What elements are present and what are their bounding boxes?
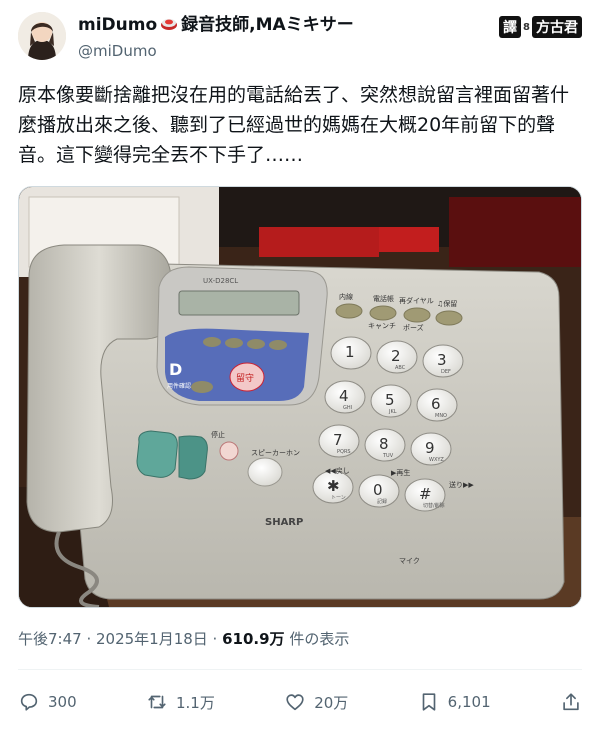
svg-text:♫保留: ♫保留 bbox=[437, 299, 457, 308]
heart-icon bbox=[286, 694, 304, 711]
keypad-key-sublabel: MNO bbox=[435, 413, 447, 419]
svg-text:内線: 内線 bbox=[339, 292, 353, 301]
tweet-text: 原本像要斷捨離把沒在用的電話給丟了、突然想說留言裡面留著什麼播放出來之後、聽到了… bbox=[18, 84, 570, 166]
view-label: 件の表示 bbox=[284, 630, 350, 648]
tweet-meta: 午後7:47 · 2025年1月18日 · 610.9万 件の表示 bbox=[18, 628, 349, 649]
keypad-key-label: 7 bbox=[333, 431, 343, 449]
svg-text:◀◀戻し: ◀◀戻し bbox=[325, 466, 350, 475]
svg-text:D: D bbox=[169, 360, 182, 379]
svg-text:SHARP: SHARP bbox=[265, 517, 303, 528]
action-bar: 300 1.1万 20万 6,101 bbox=[18, 684, 582, 720]
keypad-key-label: 0 bbox=[373, 481, 383, 499]
keypad-key-sublabel: TUV bbox=[382, 453, 394, 459]
avatar[interactable] bbox=[18, 12, 66, 60]
retweet-button[interactable]: 1.1万 bbox=[146, 691, 215, 713]
bookmark-icon bbox=[422, 693, 435, 711]
tweet-header: miDumo 録音技師,MAミキサー @miDumo 譯 8 方古君 bbox=[18, 12, 582, 68]
like-count: 20万 bbox=[314, 693, 349, 712]
svg-text:UX-D28CL: UX-D28CL bbox=[203, 277, 238, 285]
timestamp[interactable]: 午後7:47 · 2025年1月18日 · bbox=[18, 630, 222, 648]
keypad-key-sublabel: JKL bbox=[388, 409, 397, 415]
reply-button[interactable]: 300 bbox=[18, 691, 77, 713]
view-count: 610.9万 bbox=[222, 630, 285, 648]
keypad-key-sublabel: PQRS bbox=[337, 449, 351, 455]
keypad-key-label: ✱ bbox=[327, 477, 340, 495]
svg-text:ポーズ: ポーズ bbox=[403, 323, 424, 332]
divider bbox=[18, 669, 582, 670]
keypad-key-label: 8 bbox=[379, 435, 389, 453]
svg-text:キャンチ: キャンチ bbox=[368, 322, 396, 330]
svg-text:▶再生: ▶再生 bbox=[391, 468, 410, 477]
svg-text:留守: 留守 bbox=[236, 372, 254, 384]
svg-text:用件確認: 用件確認 bbox=[167, 382, 191, 390]
translator-watermark: 譯 8 方古君 bbox=[499, 16, 582, 38]
keypad-key-sublabel: ABC bbox=[395, 365, 406, 371]
svg-text:マイク: マイク bbox=[399, 557, 420, 565]
handle[interactable]: @miDumo bbox=[78, 40, 354, 62]
retweet-icon bbox=[148, 695, 166, 709]
keypad-key-label: 3 bbox=[437, 351, 447, 369]
keypad-key-label: 6 bbox=[431, 395, 441, 413]
bookmark-count: 6,101 bbox=[447, 693, 491, 711]
keypad-key-sublabel: GHI bbox=[343, 405, 352, 411]
svg-text:電話帳: 電話帳 bbox=[373, 294, 394, 303]
sushi-icon bbox=[159, 14, 179, 38]
reply-count: 300 bbox=[48, 693, 77, 711]
keypad-key-label: # bbox=[419, 485, 432, 503]
tweet-photo[interactable]: UX-D28CL D 用件確認 留守 内線 電話帳 再ダイヤル ♫保留 キャンチ… bbox=[18, 186, 582, 608]
keypad-key-label: 5 bbox=[385, 391, 395, 409]
bookmark-button[interactable]: 6,101 bbox=[418, 691, 491, 713]
keypad-key-label: 2 bbox=[391, 347, 401, 365]
svg-text:スピーカーホン: スピーカーホン bbox=[251, 449, 300, 457]
keypad-key-label: 4 bbox=[339, 387, 349, 405]
share-icon bbox=[563, 693, 579, 711]
fax-phone-image: UX-D28CL D 用件確認 留守 内線 電話帳 再ダイヤル ♫保留 キャンチ… bbox=[19, 187, 581, 607]
svg-text:送り▶▶: 送り▶▶ bbox=[449, 480, 474, 489]
keypad-key-label: 9 bbox=[425, 439, 435, 457]
keypad-key-label: 1 bbox=[345, 343, 355, 361]
reply-icon bbox=[20, 693, 38, 711]
like-button[interactable]: 20万 bbox=[284, 691, 348, 713]
keypad-key-sublabel: 記録 bbox=[377, 498, 387, 505]
keypad-key-sublabel: トーン bbox=[331, 495, 346, 501]
keypad-key-sublabel: 切替/削除 bbox=[423, 502, 445, 509]
retweet-count: 1.1万 bbox=[176, 693, 215, 712]
svg-text:再ダイヤル: 再ダイヤル bbox=[399, 296, 434, 305]
display-name[interactable]: miDumo 録音技師,MAミキサー bbox=[78, 14, 354, 38]
keypad-key-sublabel: WXYZ bbox=[429, 457, 444, 463]
svg-text:停止: 停止 bbox=[211, 430, 225, 439]
keypad-key-sublabel: DEF bbox=[441, 369, 451, 375]
share-button[interactable] bbox=[560, 691, 582, 713]
